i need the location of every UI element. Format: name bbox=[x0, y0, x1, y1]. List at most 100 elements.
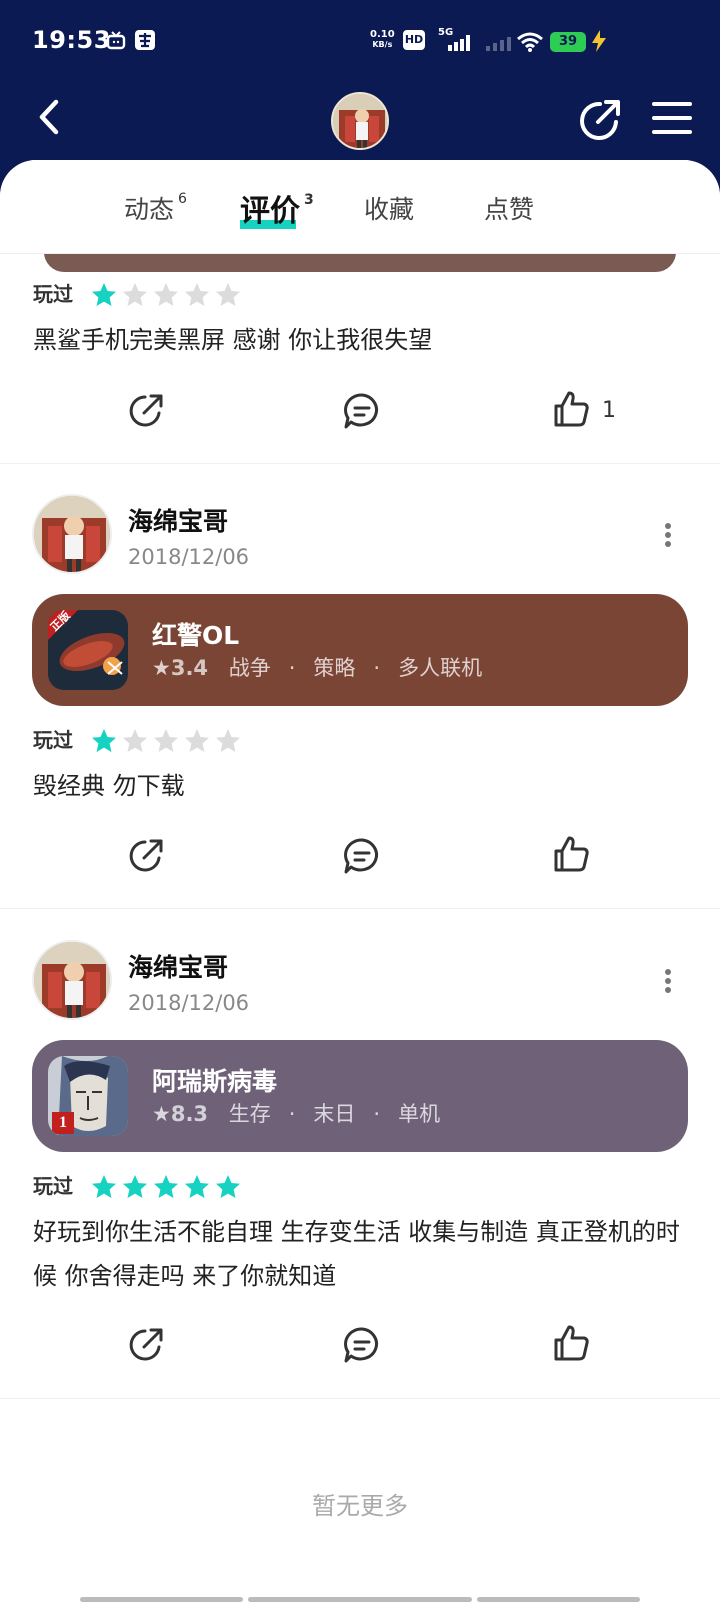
share-icon[interactable] bbox=[126, 836, 166, 876]
like-count: 1 bbox=[602, 398, 616, 423]
tab-reviews-label: 评价 bbox=[240, 194, 300, 229]
like-icon[interactable] bbox=[552, 1323, 592, 1363]
game-tag: 策略 bbox=[313, 656, 356, 680]
battery-indicator: 39 bbox=[550, 32, 586, 52]
tag-separator: · bbox=[373, 1102, 381, 1126]
more-options-icon[interactable] bbox=[662, 968, 674, 994]
tv-icon bbox=[106, 31, 126, 50]
comment-icon[interactable] bbox=[342, 1325, 382, 1365]
played-label: 玩过 bbox=[33, 282, 73, 306]
wifi-icon bbox=[517, 32, 543, 52]
tab-favorites-label: 收藏 bbox=[364, 195, 415, 224]
divider bbox=[0, 463, 720, 464]
game-tag: 末日 bbox=[313, 1102, 356, 1126]
star-filled-icon bbox=[92, 729, 116, 752]
tab-reviews-count: 3 bbox=[304, 192, 314, 208]
game-meta: ★3.4 战争 · 策略 · 多人联机 bbox=[152, 652, 482, 682]
divider bbox=[0, 908, 720, 909]
user-avatar[interactable] bbox=[32, 494, 112, 574]
hd-badge: HD bbox=[403, 30, 425, 50]
game-score-star-icon: ★ bbox=[152, 656, 171, 680]
review-text: 好玩到你生活不能自理 生存变生活 收集与制造 真正登机的时候 你舍得走吗 来了你… bbox=[33, 1218, 680, 1290]
star-filled-icon bbox=[154, 1175, 178, 1198]
tab-reviews[interactable]: 评价 3 bbox=[240, 186, 314, 230]
tab-likes[interactable]: 点赞 bbox=[484, 190, 534, 226]
star-filled-icon bbox=[123, 1175, 147, 1198]
net-speed: 0.10 KB/s bbox=[370, 30, 395, 50]
game-tag: 战争 bbox=[228, 656, 271, 680]
game-icon: 1 bbox=[48, 1056, 128, 1136]
star-empty-icon bbox=[123, 283, 147, 306]
menu-icon[interactable] bbox=[652, 100, 692, 140]
review-date: 2018/12/06 bbox=[128, 991, 250, 1015]
status-bar: 19:53 0.10 KB/s HD 5G 39 bbox=[0, 0, 720, 84]
game-meta: ★8.3 生存 · 末日 · 单机 bbox=[152, 1098, 440, 1128]
game-tag: 多人联机 bbox=[398, 656, 483, 680]
star-filled-icon bbox=[185, 1175, 209, 1198]
like-icon[interactable] bbox=[552, 389, 592, 429]
comment-icon[interactable] bbox=[342, 836, 382, 876]
star-rating bbox=[90, 281, 245, 313]
star-empty-icon bbox=[185, 283, 209, 306]
divider bbox=[0, 1398, 720, 1399]
review-text: 黑鲨手机完美黑屏 感谢 你让我很失望 bbox=[33, 326, 433, 354]
game-score: 3.4 bbox=[170, 656, 209, 680]
star-filled-icon bbox=[92, 1175, 116, 1198]
star-empty-icon bbox=[185, 729, 209, 752]
game-score: 8.3 bbox=[170, 1102, 209, 1126]
profile-avatar[interactable] bbox=[331, 92, 389, 150]
more-options-icon[interactable] bbox=[662, 522, 674, 548]
game-name: 红警OL bbox=[152, 621, 240, 650]
tab-likes-label: 点赞 bbox=[484, 195, 535, 224]
signal-2-icon bbox=[486, 37, 511, 51]
game-tag: 生存 bbox=[228, 1102, 271, 1126]
star-empty-icon bbox=[216, 729, 240, 752]
comment-icon[interactable] bbox=[342, 391, 382, 431]
star-rating bbox=[90, 1173, 245, 1205]
profile-tabs: 动态 6 评价 3 收藏 点赞 bbox=[0, 160, 720, 254]
tab-activity[interactable]: 动态 6 bbox=[124, 190, 187, 226]
tab-favorites[interactable]: 收藏 bbox=[364, 190, 414, 226]
app-notification-icon bbox=[135, 30, 155, 50]
played-label: 玩过 bbox=[33, 728, 73, 752]
net-speed-unit: KB/s bbox=[372, 40, 393, 49]
tab-activity-count: 6 bbox=[178, 190, 187, 207]
no-more-text: 暂无更多 bbox=[312, 1492, 408, 1520]
star-empty-icon bbox=[216, 283, 240, 306]
game-card[interactable]: 正版 红警OL ★3.4 战争 · 策略 · 多人联机 bbox=[32, 594, 688, 706]
gesture-bar bbox=[248, 1597, 472, 1602]
game-card[interactable]: 1 阿瑞斯病毒 ★8.3 生存 · 末日 · 单机 bbox=[32, 1040, 688, 1152]
share-icon[interactable] bbox=[126, 1325, 166, 1365]
signal-icon bbox=[448, 35, 470, 51]
tag-separator: · bbox=[288, 656, 296, 680]
username[interactable]: 海绵宝哥 bbox=[128, 948, 228, 984]
star-filled-icon bbox=[92, 283, 116, 306]
review-text: 毁经典 勿下载 bbox=[33, 772, 185, 800]
review-date: 2018/12/06 bbox=[128, 545, 250, 569]
previous-game-card-edge bbox=[44, 252, 676, 272]
game-icon: 正版 bbox=[48, 610, 128, 690]
star-rating bbox=[90, 727, 245, 759]
username[interactable]: 海绵宝哥 bbox=[128, 502, 228, 538]
star-empty-icon bbox=[154, 283, 178, 306]
game-score-star-icon: ★ bbox=[152, 1102, 171, 1126]
played-label: 玩过 bbox=[33, 1174, 73, 1198]
game-tag: 单机 bbox=[398, 1102, 441, 1126]
like-icon[interactable] bbox=[552, 834, 592, 874]
status-time: 19:53 bbox=[32, 26, 111, 54]
gesture-bar bbox=[80, 1597, 243, 1602]
user-avatar[interactable] bbox=[32, 940, 112, 1020]
star-empty-icon bbox=[123, 729, 147, 752]
tab-activity-label: 动态 bbox=[124, 195, 175, 224]
gesture-bar bbox=[477, 1597, 640, 1602]
content-sheet: 动态 6 评价 3 收藏 点赞 bbox=[0, 160, 720, 1605]
net-speed-value: 0.10 bbox=[370, 29, 395, 40]
charging-icon bbox=[592, 30, 606, 52]
tag-separator: · bbox=[373, 656, 381, 680]
star-filled-icon bbox=[216, 1175, 240, 1198]
share-icon[interactable] bbox=[576, 96, 624, 144]
share-icon[interactable] bbox=[126, 391, 166, 431]
tag-separator: · bbox=[288, 1102, 296, 1126]
star-empty-icon bbox=[154, 729, 178, 752]
back-arrow-icon[interactable] bbox=[32, 96, 82, 146]
